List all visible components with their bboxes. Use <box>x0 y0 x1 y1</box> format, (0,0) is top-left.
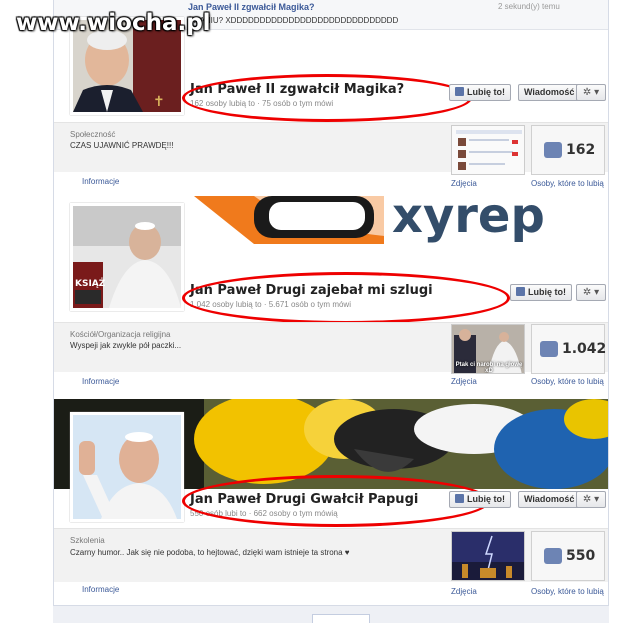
page-about: Czarny humor.. Jak się nie podoba, to he… <box>70 548 350 557</box>
pope-photo-2: KSIĄŻ <box>73 206 181 308</box>
gear-icon: ✲ ▾ <box>582 494 600 505</box>
tab-info[interactable]: Informacje <box>82 377 119 386</box>
message-button[interactable]: Wiadomość <box>518 491 581 508</box>
likes-count: 162 <box>566 142 596 158</box>
gear-icon: ✲ ▾ <box>582 87 600 98</box>
thumbs-up-icon <box>455 87 464 96</box>
likes-box[interactable]: 550 <box>531 531 605 581</box>
likes-box[interactable]: 1.042 <box>531 324 607 374</box>
likes-box[interactable]: 162 <box>531 125 605 175</box>
thumbnail-caption: Ptak ci narobi na głowę xD <box>455 362 523 374</box>
tab-photos[interactable]: Zdjęcia <box>451 587 477 596</box>
photos-thumbnail[interactable] <box>451 531 525 581</box>
tab-photos[interactable]: Zdjęcia <box>451 377 477 386</box>
page-block-3: Jan Paweł Drugi Gwałcił Papugi 550 osób … <box>54 399 608 605</box>
storm-thumbnail <box>452 532 524 580</box>
thumbs-up-icon <box>544 548 562 564</box>
photos-thumbnail[interactable] <box>451 125 525 175</box>
thumbs-up-icon <box>540 341 558 357</box>
like-button[interactable]: Lubię to! <box>449 84 511 101</box>
thumbs-up-icon <box>516 287 525 296</box>
gear-menu-button[interactable]: ✲ ▾ <box>576 491 606 508</box>
top-post-time: 2 sekund(y) temu <box>498 2 560 11</box>
highlight-oval <box>182 272 510 324</box>
like-button-label: Lubię to! <box>528 287 566 297</box>
thumbs-up-icon <box>544 142 562 158</box>
gear-menu-button[interactable]: ✲ ▾ <box>576 84 606 101</box>
likes-count: 550 <box>566 548 596 564</box>
tab-photos[interactable]: Zdjęcia <box>451 179 477 188</box>
highlight-oval <box>182 475 490 527</box>
photos-thumbnail[interactable]: Ptak ci narobi na głowę xD <box>451 324 525 374</box>
gear-menu-button[interactable]: ✲ ▾ <box>576 284 606 301</box>
highlight-oval <box>182 74 472 122</box>
tab-info[interactable]: Informacje <box>82 177 119 186</box>
like-button[interactable]: Lubię to! <box>510 284 572 301</box>
like-button[interactable]: Lubię to! <box>449 491 511 508</box>
page-category: Kościół/Organizacja religijna <box>70 330 171 339</box>
page-about: Wyspeji jak zwykle pół paczki... <box>70 341 182 350</box>
screenshot-thumbnail-image <box>452 126 524 174</box>
message-button[interactable]: Wiadomość <box>518 84 581 101</box>
svg-text:✝: ✝ <box>153 94 165 110</box>
profile-picture[interactable]: KSIĄŻ <box>70 203 184 311</box>
page-block-2: xyrep KSIĄŻ Jan Paweł Drugi zajebał mi s… <box>54 196 608 396</box>
thumbs-up-icon <box>455 494 464 503</box>
profile-picture[interactable] <box>70 412 184 522</box>
pope-photo-3 <box>73 415 181 519</box>
site-watermark: www.wiocha.pl <box>16 10 211 36</box>
beer-label: KSIĄŻ <box>75 278 106 289</box>
page-category: Społeczność <box>70 130 116 139</box>
svg-text:xyrep: xyrep <box>392 196 545 244</box>
gear-icon: ✲ ▾ <box>582 287 600 298</box>
tab-likes[interactable]: Osoby, które to lubią <box>531 179 604 188</box>
tab-likes[interactable]: Osoby, które to lubią <box>531 587 604 596</box>
screenshot-page: www.wiocha.pl Jan Paweł II zgwałcił Magi… <box>0 0 624 623</box>
page-about: CZAS UJAWNIĆ PRAWDĘ!!! <box>70 141 174 150</box>
top-post-text: DRANIU? XDDDDDDDDDDDDDDDDDDDDDDDDDDDDD <box>188 16 399 25</box>
likes-count: 1.042 <box>562 341 607 357</box>
tab-likes[interactable]: Osoby, które to lubią <box>531 377 604 386</box>
like-button-label: Lubię to! <box>467 494 505 504</box>
bottom-tab <box>312 614 370 623</box>
like-button-label: Lubię to! <box>467 87 505 97</box>
tab-info[interactable]: Informacje <box>82 585 119 594</box>
page-category: Szkolenia <box>70 536 105 545</box>
